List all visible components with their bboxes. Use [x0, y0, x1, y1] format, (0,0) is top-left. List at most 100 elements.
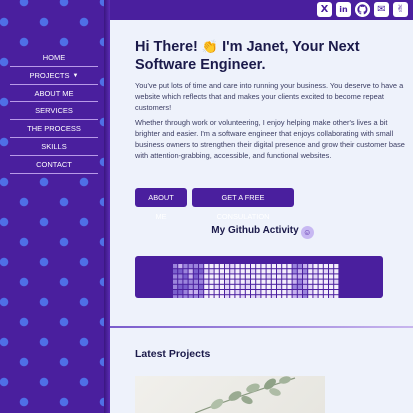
contribution-cell: [183, 264, 188, 269]
contribution-cell: [245, 274, 250, 279]
linkedin-icon[interactable]: in: [336, 2, 351, 17]
contribution-cell: [261, 264, 266, 269]
sidebar: HOME PROJECTS ▼ ABOUT ME SERVICES THE PRO…: [0, 0, 110, 413]
nav-item-projects[interactable]: PROJECTS ▼: [10, 66, 98, 85]
contribution-cell: [188, 290, 193, 295]
contribution-cell: [199, 274, 204, 279]
about-me-button[interactable]: ABOUT ME: [135, 188, 187, 221]
contribution-cell: [297, 269, 302, 274]
contribution-cell: [230, 274, 235, 279]
contribution-cell: [334, 264, 339, 269]
contribution-cell: [230, 290, 235, 295]
contribution-cell: [225, 284, 230, 289]
contribution-cell: [303, 264, 308, 269]
contribution-cell: [261, 269, 266, 274]
contribution-cell: [188, 269, 193, 274]
peace-icon[interactable]: ✌: [393, 2, 408, 17]
contribution-cell: [292, 279, 297, 284]
contribution-cell: [329, 264, 334, 269]
contribution-cell: [303, 269, 308, 274]
contribution-cell: [173, 284, 178, 289]
contribution-cell: [251, 290, 256, 295]
contribution-cell: [214, 295, 219, 300]
contribution-cell: [271, 264, 276, 269]
contribution-cell: [173, 274, 178, 279]
nav-item-about-me[interactable]: ABOUT ME: [10, 84, 98, 103]
contribution-cell: [303, 295, 308, 300]
nav-item-home[interactable]: HOME: [10, 49, 98, 67]
contribution-cell: [204, 269, 209, 274]
contribution-cell: [240, 274, 245, 279]
contribution-cell: [209, 290, 214, 295]
contribution-cell: [271, 290, 276, 295]
github-icon[interactable]: [355, 2, 370, 17]
contribution-cell: [214, 290, 219, 295]
contribution-cell: [183, 274, 188, 279]
github-activity-heading: My Github Activity ☺: [135, 225, 390, 239]
contribution-cell: [219, 279, 224, 284]
email-icon[interactable]: ✉: [374, 2, 389, 17]
contribution-cell: [329, 274, 334, 279]
contribution-cell: [277, 279, 282, 284]
contribution-cell: [230, 279, 235, 284]
contribution-cell: [240, 279, 245, 284]
contribution-cell: [271, 284, 276, 289]
contribution-cell: [251, 269, 256, 274]
x-icon[interactable]: X: [317, 2, 332, 17]
github-activity-label: My Github Activity: [211, 225, 299, 236]
contribution-cell: [235, 290, 240, 295]
contribution-cell: [209, 295, 214, 300]
contribution-cell: [225, 274, 230, 279]
contribution-cell: [334, 295, 339, 300]
contribution-cell: [178, 284, 183, 289]
contribution-cell: [266, 290, 271, 295]
contribution-cell: [235, 264, 240, 269]
free-consultation-button[interactable]: GET A FREE CONSULATION: [192, 188, 294, 221]
contribution-cell: [204, 274, 209, 279]
contribution-cell: [256, 279, 261, 284]
sidebar-nav: HOME PROJECTS ▼ ABOUT ME SERVICES THE PRO…: [10, 49, 98, 174]
contribution-cell: [214, 284, 219, 289]
contribution-cell: [292, 269, 297, 274]
contribution-cell: [287, 290, 292, 295]
nav-item-services[interactable]: SERVICES: [10, 102, 98, 121]
contribution-cell: [199, 295, 204, 300]
contribution-cell: [193, 279, 198, 284]
contribution-cell: [261, 295, 266, 300]
contribution-cell: [292, 264, 297, 269]
contribution-cell: [219, 290, 224, 295]
contribution-cell: [193, 290, 198, 295]
contribution-cell: [188, 279, 193, 284]
nav-item-skills[interactable]: SKILLS: [10, 137, 98, 156]
contribution-cell: [183, 295, 188, 300]
nav-item-the-process[interactable]: THE PROCESS: [10, 120, 98, 138]
contribution-cell: [225, 295, 230, 300]
contribution-cell: [318, 290, 323, 295]
contribution-cell: [256, 274, 261, 279]
contribution-cell: [183, 279, 188, 284]
contribution-cell: [329, 284, 334, 289]
contribution-cell: [261, 284, 266, 289]
github-contribution-graph: [135, 256, 383, 300]
contribution-cell: [266, 284, 271, 289]
nav-item-contact[interactable]: CONTACT: [10, 155, 98, 174]
contribution-cell: [303, 290, 308, 295]
contribution-cell: [193, 264, 198, 269]
contribution-cell: [230, 295, 235, 300]
project-thumbnail[interactable]: [135, 376, 325, 413]
contribution-cell: [240, 264, 245, 269]
contribution-cell: [209, 269, 214, 274]
contribution-cell: [282, 274, 287, 279]
contribution-cell: [334, 279, 339, 284]
contribution-cell: [225, 264, 230, 269]
contribution-cell: [173, 295, 178, 300]
contribution-cell: [323, 274, 328, 279]
contribution-cell: [313, 279, 318, 284]
contribution-cell: [292, 290, 297, 295]
contribution-cell: [318, 295, 323, 300]
contribution-cell: [308, 264, 313, 269]
contribution-cell: [261, 290, 266, 295]
contribution-cell: [308, 290, 313, 295]
contribution-cell: [287, 284, 292, 289]
page-title: Hi There! 👏 I'm Janet, Your Next Softwar…: [135, 38, 405, 74]
